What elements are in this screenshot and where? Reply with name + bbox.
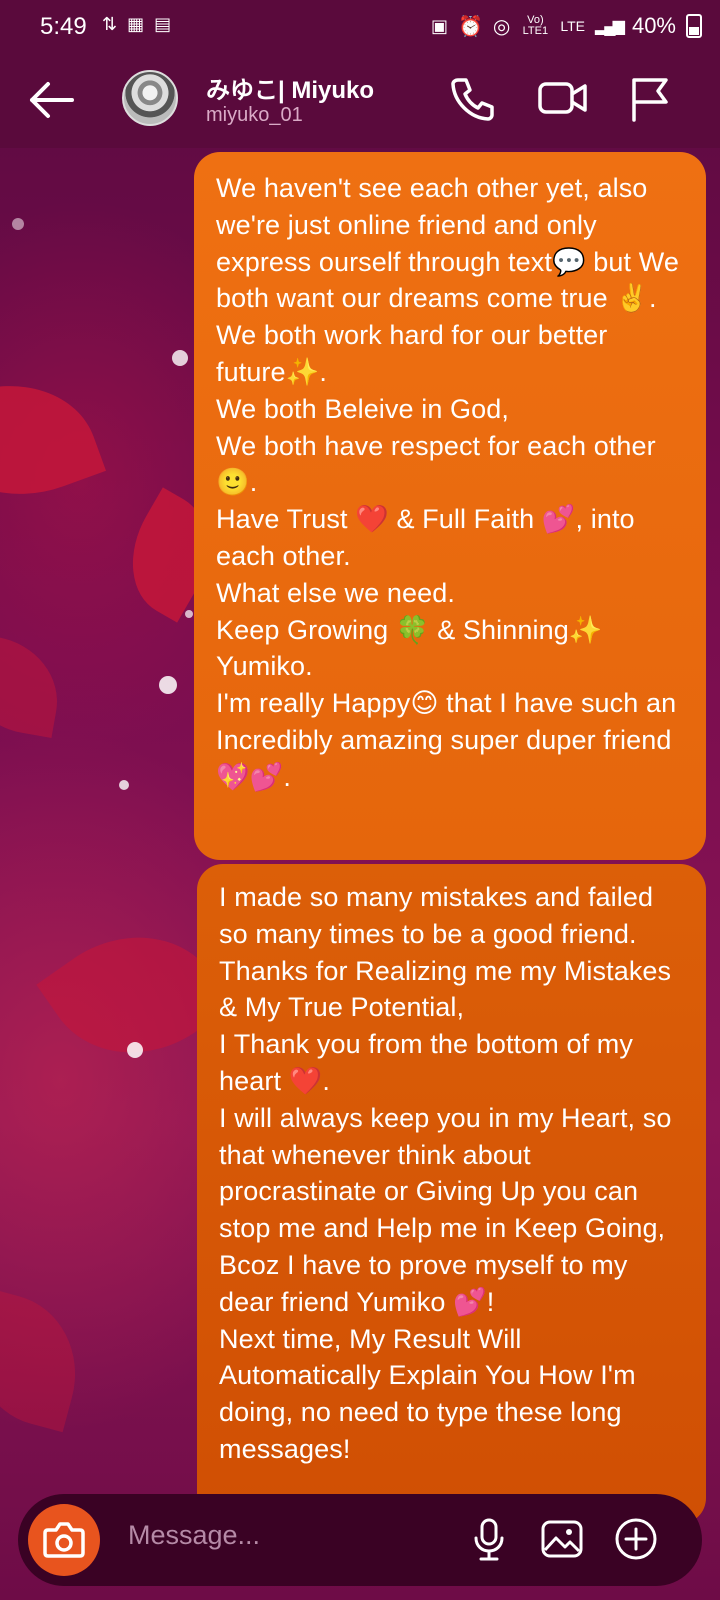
volte-indicator: Vo) LTE1	[522, 14, 549, 37]
gallery-icon[interactable]	[539, 1516, 585, 1562]
background-sparkle	[119, 780, 129, 790]
status-left-icons: ⇅ ▦ ▤	[102, 14, 171, 35]
message-composer: Message...	[18, 1494, 702, 1586]
battery-icon	[686, 14, 702, 38]
hotspot-icon: ◎	[492, 15, 511, 38]
camera-icon	[43, 1522, 85, 1558]
chat-header: みゆこ| Miyuko miyuko_01	[0, 52, 720, 148]
status-bar: 5:49 ⇅ ▦ ▤ ▣ ⏰ ◎ Vo) LTE1 LTE ▂▄▆ 40%	[0, 0, 720, 52]
status-right-icons: ▣ ⏰ ◎ Vo) LTE1 LTE ▂▄▆ 40%	[431, 13, 702, 39]
message-input[interactable]: Message...	[128, 1520, 260, 1551]
message-bubble[interactable]: We haven't see each other yet, also we'r…	[194, 152, 706, 860]
microphone-icon[interactable]	[466, 1516, 512, 1562]
phone-icon[interactable]	[448, 74, 496, 122]
avatar[interactable]	[122, 70, 178, 126]
app-notification-icon: ▦	[127, 14, 145, 34]
alarm-icon: ⏰	[458, 15, 483, 38]
add-icon[interactable]	[613, 1516, 659, 1562]
network-type: LTE	[560, 17, 585, 34]
back-arrow-icon[interactable]	[26, 78, 76, 122]
background-leaf	[0, 1287, 94, 1433]
background-sparkle	[127, 1042, 143, 1058]
background-sparkle	[12, 218, 24, 230]
message-bubble[interactable]: I made so many mistakes and failed so ma…	[197, 864, 706, 1524]
background-leaf	[0, 357, 106, 523]
contact-display-name[interactable]: みゆこ| Miyuko	[206, 70, 374, 105]
background-sparkle	[159, 676, 177, 694]
screenshot-notification-icon: ▤	[154, 14, 172, 34]
sim-lock-icon: ▣	[430, 15, 448, 36]
contact-username[interactable]: miyuko_01	[206, 104, 303, 127]
data-transfer-icon: ⇅	[102, 14, 118, 34]
background-sparkle	[185, 610, 193, 618]
status-time: 5:49	[40, 13, 87, 40]
background-leaf	[0, 632, 68, 738]
video-call-icon[interactable]	[537, 74, 589, 122]
background-sparkle	[172, 350, 188, 366]
camera-button[interactable]	[28, 1504, 100, 1576]
battery-percent: 40%	[631, 13, 676, 38]
signal-strength-icon: ▂▄▆	[595, 18, 625, 35]
flag-icon[interactable]	[626, 74, 674, 122]
